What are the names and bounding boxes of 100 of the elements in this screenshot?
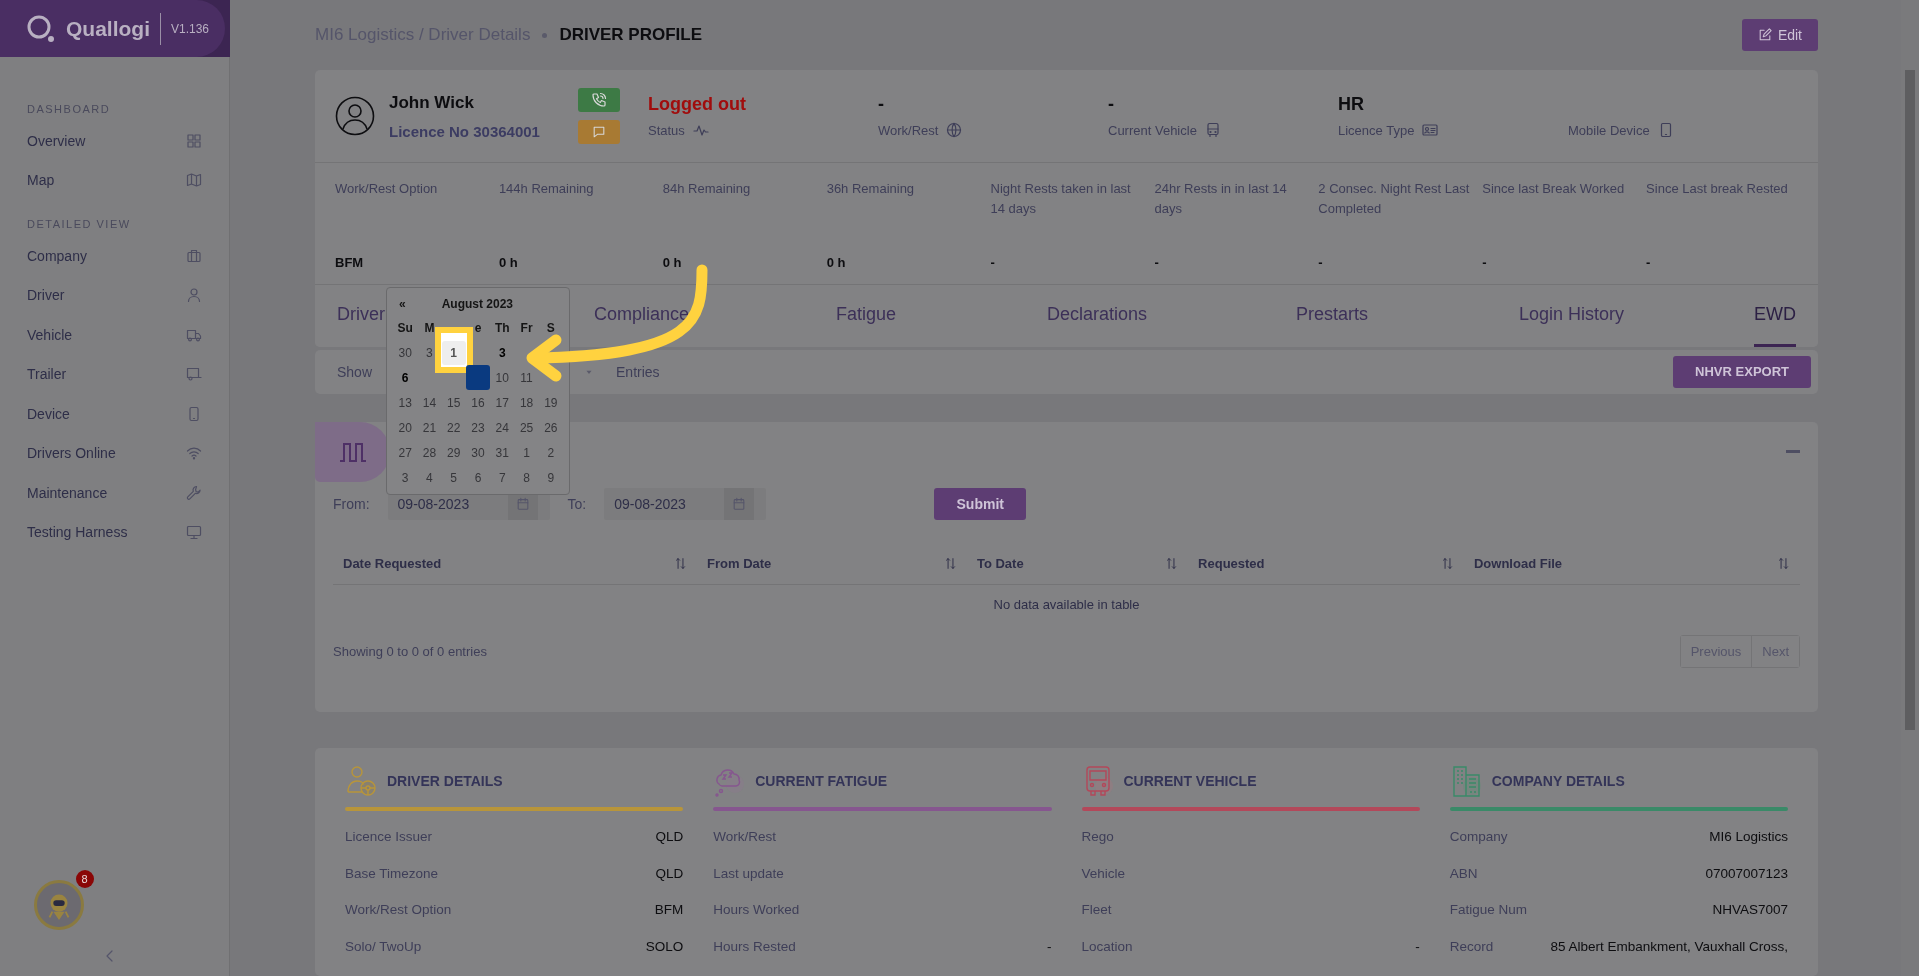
driver-name: John Wick [389,92,475,113]
detail-label: Work/Rest [713,829,776,845]
detail-value: - [1415,938,1420,954]
sidebar-item[interactable]: Drivers Online [0,433,229,473]
column-header: 84h Remaining [662,180,752,199]
detail-label: Fleet [1081,902,1112,918]
scrollbar-thumb[interactable] [1905,70,1915,730]
sidebar-item-label: Map [27,172,55,189]
notification-badge: 8 [75,870,94,888]
driver-wheel-icon [345,763,379,798]
status-value: - [1108,94,1114,115]
column-header: Work/Rest Option [335,180,439,199]
detail-label: Rego [1081,829,1114,845]
column-header[interactable]: To Date [976,556,1024,572]
calendar-icon [732,496,747,511]
sidebar-item-label: Trailer [27,366,67,383]
assistant-avatar[interactable] [33,880,84,930]
detail-value: QLD [655,829,684,845]
message-button[interactable] [578,120,620,145]
section-title: CURRENT FATIGUE [755,772,888,789]
table-cell-text: - [1646,255,1652,271]
column-header: Night Rests taken in last 14 days [990,180,1132,219]
sidebar-item[interactable]: Device [0,394,229,434]
sidebar-item[interactable]: Maintenance [0,473,229,513]
sidebar-item[interactable]: Driver [0,275,229,315]
tab[interactable]: EWD [1754,285,1796,348]
monitor-icon [186,524,202,541]
tab[interactable]: Declarations [1047,285,1148,348]
submit-button[interactable]: Submit [934,487,1027,520]
sidebar-item[interactable]: Company [0,236,229,276]
weekday-label: Su [397,321,413,335]
detail-value: - [1047,938,1052,954]
sidebar-item-label: Overview [27,132,86,149]
date-cell[interactable]: 3 [497,340,507,365]
globe-icon [946,122,963,139]
weekday-label: M [424,321,435,335]
user-icon [186,287,202,304]
tab[interactable]: Driver [337,285,385,348]
brand-logo[interactable]: Quallogi V1.136 [0,0,226,57]
tab[interactable]: Login History [1519,285,1625,348]
selected-date-cell[interactable] [465,365,491,390]
edit-button[interactable]: Edit [1741,19,1818,52]
collapse-button[interactable] [1786,449,1800,453]
sort-icon [1777,557,1790,571]
to-date-field[interactable]: 09-08-2023 [604,487,767,520]
id-card-icon [1422,122,1439,139]
to-label: To: [567,495,587,512]
call-button[interactable] [578,88,620,113]
sidebar-item-label: Maintenance [27,484,108,501]
section-title: COMPANY DETAILS [1491,772,1625,789]
table-cell-text: - [1482,255,1488,271]
column-header: 24hr Rests in in last 14 days [1154,180,1288,219]
weekday-label: e [474,321,482,335]
tab[interactable]: Prestarts [1296,285,1369,348]
date-input[interactable]: 09-08-2023 [387,487,508,520]
calendar-icon [515,496,530,511]
detail-label: Vehicle [1081,865,1126,881]
bus-icon [1204,122,1221,139]
table-cell-text: 0 h [826,255,847,271]
previous-month-button[interactable]: « [393,297,412,311]
column-header[interactable]: From Date [707,556,772,572]
status-label: Current Vehicle [1108,122,1197,138]
phone-icon [186,405,202,422]
sidebar-item-label: Testing Harness [27,524,128,541]
sidebar-item[interactable]: Vehicle [0,315,229,355]
detail-value: NHVAS7007 [1712,902,1788,918]
sidebar-item[interactable]: Testing Harness [0,512,229,552]
user-avatar-icon [335,96,375,137]
calendar-button[interactable] [724,487,755,520]
detail-value: 07007007123 [1705,865,1788,881]
sidebar-item[interactable]: Overview [0,121,229,161]
detail-value: 85 Albert Embankment, Vauxhall Cross, [1550,938,1788,954]
detail-label: Location [1081,938,1133,954]
column-header[interactable]: Requested [1198,556,1265,572]
column-header[interactable]: Date Requested [343,556,442,572]
export-button[interactable]: NHVR EXPORT [1673,355,1811,388]
sidebar-item-label: Driver [27,287,65,304]
column-header: Since last Break Worked [1482,180,1626,199]
trailer-icon [186,366,202,383]
table-cell-text: - [1154,255,1160,271]
version-label: V1.136 [160,12,210,45]
sidebar-item-label: Drivers Online [27,445,116,462]
column-header[interactable]: Download File [1474,556,1563,572]
sort-icon [1165,557,1179,571]
date-cell[interactable]: 6 [400,365,410,390]
show-label: Show [337,363,373,380]
weekday-label: S [546,321,555,335]
sort-icon [943,557,957,571]
sidebar-item[interactable]: Map [0,160,229,200]
tab[interactable]: Fatigue [836,285,897,348]
tab[interactable]: Compliance [594,285,690,348]
wifi-icon [186,445,202,462]
date-input[interactable]: 09-08-2023 [604,487,725,520]
wrench-icon [186,484,202,501]
sidebar-item[interactable]: Trailer [0,354,229,394]
wave-icon [338,440,367,463]
detail-label: Hours Worked [713,902,800,918]
table-cell-text: 0 h [662,255,683,271]
section-title: CURRENT VEHICLE [1123,772,1257,789]
licence-number: Licence No 30364001 [389,122,540,140]
